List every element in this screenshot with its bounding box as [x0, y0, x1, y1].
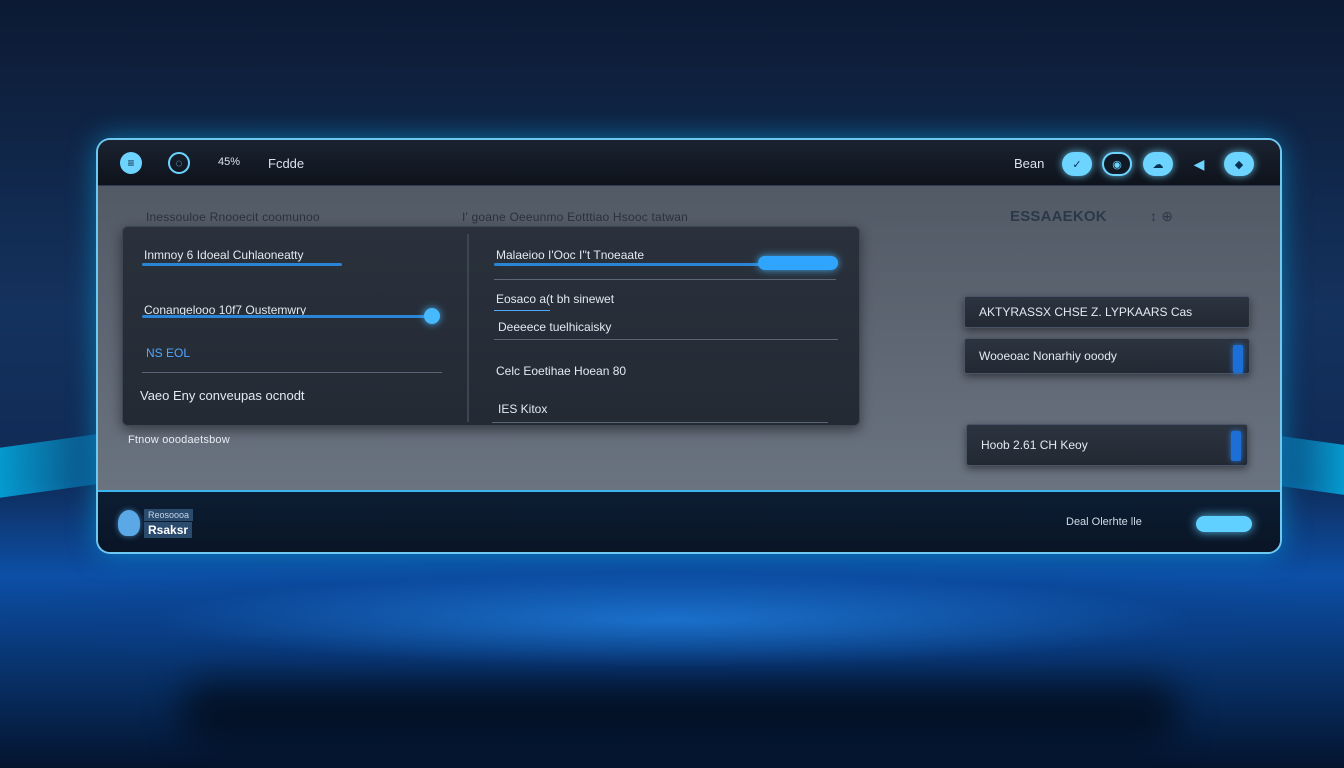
- right-box-3-label: Hoob 2.61 CH Keoy: [981, 438, 1088, 452]
- check-icon[interactable]: ✓: [1062, 152, 1092, 176]
- eye-icon[interactable]: ◉: [1102, 152, 1132, 176]
- right-box-2-scroll-indicator[interactable]: [1233, 345, 1243, 373]
- floor-shadow: [180, 680, 1180, 740]
- status-toggle[interactable]: [1196, 516, 1252, 532]
- left-row1-slider[interactable]: [142, 263, 342, 266]
- content-area: Inessouloe Rnooecit coomunoo I' goane Oe…: [98, 186, 1280, 490]
- left-row1-label: Inmnoy 6 Idoeal Cuhlaoneatty: [144, 248, 304, 262]
- fish-icon[interactable]: ◀: [1184, 152, 1214, 176]
- right-box-2-label: Wooeoac Nonarhiy ooody: [979, 349, 1117, 363]
- right-row3-label: Deeeece tuelhicaisky: [498, 320, 612, 334]
- logo-text-top: Reosoooa: [144, 509, 194, 521]
- left-separator: [142, 372, 442, 373]
- logo-text-bottom: Rsaksr: [144, 522, 193, 538]
- floor-glow: [0, 560, 1344, 680]
- section-heading-right: ESSAAEKOK: [1010, 208, 1107, 225]
- chat-icon[interactable]: ◌: [168, 152, 190, 174]
- right-row4-label: Celc Eoetihae Hoean 80: [496, 364, 627, 378]
- app-window: ≡ ◌ 45% Fcdde Bean ✓ ◉ ☁ ◀ ◆ Inessouloe …: [98, 140, 1280, 552]
- panel-divider: [467, 234, 469, 422]
- right-row2-underline: [494, 310, 550, 311]
- right-box-1-label: AKTYRASSX CHSE Z. LYPKAARS Cas: [979, 305, 1193, 319]
- shield-icon[interactable]: ◆: [1224, 152, 1254, 176]
- right-box-1[interactable]: AKTYRASSX CHSE Z. LYPKAARS Cas: [964, 296, 1250, 328]
- left-neon-strip: [0, 432, 110, 498]
- section-heading-mid: I' goane Oeeunmo Eotttiao Hsooc tatwan: [462, 210, 689, 224]
- right-separator-2: [494, 339, 838, 340]
- footer-note: Ftnow ooodaetsbow: [128, 434, 230, 446]
- user-label: Bean: [1014, 156, 1045, 171]
- right-separator-3: [492, 422, 828, 423]
- left-row3-label[interactable]: NS EOL: [146, 346, 190, 360]
- right-row5-label: IES Kitox: [498, 402, 548, 416]
- menu-bubble-icon[interactable]: ≡: [120, 152, 142, 174]
- bottom-bar: Reosoooa Rsaksr Deal Olerhte lle: [98, 490, 1280, 552]
- left-row2-slider-handle[interactable]: [424, 308, 440, 324]
- cloud-icon[interactable]: ☁: [1143, 152, 1173, 176]
- logo-icon: [118, 510, 140, 536]
- heading-icons[interactable]: ↕ ⊕: [1150, 208, 1173, 225]
- top-bar: ≡ ◌ 45% Fcdde Bean ✓ ◉ ☁ ◀ ◆: [98, 140, 1280, 186]
- settings-panel: Inmnoy 6 Idoeal Cuhlaoneatty Conangelooo…: [122, 226, 860, 426]
- right-box-3[interactable]: Hoob 2.61 CH Keoy: [966, 424, 1248, 466]
- left-row4-label: Vaeo Eny conveupas ocnodt: [140, 388, 305, 403]
- app-title: Fcdde: [268, 156, 305, 171]
- right-row1-slider-handle[interactable]: [758, 256, 838, 270]
- right-row1-label: Malaeioo I'Ooc I''t Tnoeaate: [496, 248, 645, 262]
- section-heading-left: Inessouloe Rnooecit coomunoo: [146, 210, 320, 224]
- right-neon-strip: [1274, 435, 1344, 495]
- right-box-2[interactable]: Wooeoac Nonarhiy ooody: [964, 338, 1250, 374]
- right-row2-label: Eosaco a(t bh sinewet: [496, 292, 615, 306]
- status-label: Deal Olerhte lle: [1066, 516, 1142, 528]
- left-row2-slider[interactable]: [142, 315, 438, 318]
- right-separator-1: [494, 279, 836, 280]
- counter-label: 45%: [218, 156, 241, 168]
- right-box-3-scroll-indicator[interactable]: [1231, 431, 1241, 461]
